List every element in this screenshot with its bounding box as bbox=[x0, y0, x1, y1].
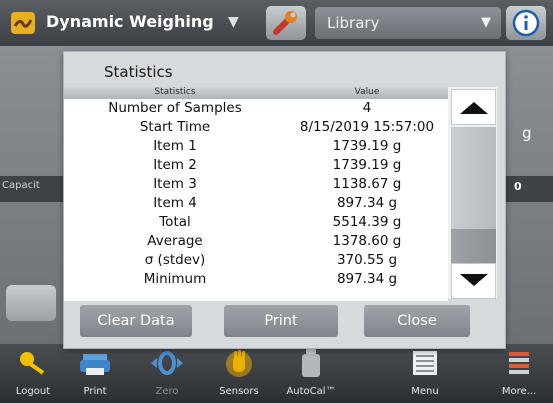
row-value: 8/15/2019 15:57:00 bbox=[299, 119, 435, 135]
autocal-label: AutoCal™ bbox=[286, 386, 336, 397]
zero-label: Zero bbox=[155, 386, 179, 397]
sensors-button[interactable]: Sensors bbox=[208, 344, 270, 403]
row-label: Minimum bbox=[143, 271, 207, 287]
row-value: 1739.19 g bbox=[332, 138, 402, 154]
logout-button[interactable]: Logout bbox=[2, 344, 64, 403]
info-icon bbox=[512, 9, 540, 37]
row-value: 897.34 g bbox=[336, 271, 398, 287]
close-button[interactable]: Close bbox=[364, 305, 470, 337]
row-value: 1138.67 g bbox=[332, 176, 402, 192]
capacity-label: Capacit bbox=[2, 180, 40, 191]
column-header-value: Value bbox=[354, 87, 380, 97]
table-row: Total 5514.39 g bbox=[64, 214, 448, 233]
table-row: Item 2 1739.19 g bbox=[64, 157, 448, 176]
row-value: 1739.19 g bbox=[332, 157, 402, 173]
scroll-thumb[interactable] bbox=[451, 229, 496, 263]
logout-label: Logout bbox=[15, 386, 51, 397]
row-label: Item 4 bbox=[153, 195, 197, 211]
more-label: More... bbox=[501, 386, 537, 397]
menu-icon bbox=[413, 351, 437, 375]
scroll-down-button[interactable] bbox=[451, 263, 496, 299]
print-label: Print bbox=[83, 386, 107, 397]
row-label: Start Time bbox=[139, 119, 211, 135]
capacity-value: 0 bbox=[514, 180, 522, 193]
row-label: Item 2 bbox=[153, 157, 197, 173]
table-row: Start Time 8/15/2019 15:57:00 bbox=[64, 119, 448, 138]
scroll-up-button[interactable] bbox=[451, 89, 496, 125]
row-value: 897.34 g bbox=[336, 195, 398, 211]
library-dropdown[interactable]: Library ▼ bbox=[315, 7, 501, 39]
row-label: σ (stdev) bbox=[144, 252, 206, 268]
row-label: Item 3 bbox=[153, 176, 197, 192]
top-bar: Dynamic Weighing ▼ Library ▼ bbox=[0, 0, 553, 46]
row-label: Number of Samples bbox=[108, 100, 242, 116]
table-row: σ (stdev) 370.55 g bbox=[64, 252, 448, 271]
arrow-up-icon bbox=[460, 102, 488, 114]
menu-button[interactable]: Menu bbox=[394, 344, 456, 403]
more-icon bbox=[509, 352, 529, 374]
chevron-down-icon[interactable]: ▼ bbox=[228, 14, 239, 30]
scrollbar[interactable] bbox=[448, 87, 497, 299]
table-header: Statistics Value bbox=[64, 87, 448, 99]
menu-label: Menu bbox=[411, 386, 439, 397]
dialog-title: Statistics bbox=[104, 63, 173, 81]
arrow-down-icon bbox=[460, 274, 488, 286]
bottom-toolbar: Logout Print Zero Sensors AutoCal™ Menu … bbox=[0, 344, 553, 403]
row-value: 4 bbox=[362, 100, 372, 116]
chevron-down-icon: ▼ bbox=[481, 15, 491, 30]
scroll-track[interactable] bbox=[451, 127, 496, 229]
row-label: Total bbox=[159, 214, 191, 230]
library-label: Library bbox=[327, 14, 380, 32]
row-value: 5514.39 g bbox=[332, 214, 402, 230]
row-value: 1378.60 g bbox=[332, 233, 402, 249]
row-value: 370.55 g bbox=[336, 252, 398, 268]
statistics-dialog: Statistics Statistics Value Number of Sa… bbox=[63, 51, 506, 349]
unit-label: g bbox=[522, 124, 532, 142]
info-button[interactable] bbox=[506, 6, 546, 40]
print-button[interactable]: Print bbox=[64, 344, 126, 403]
app-icon[interactable] bbox=[10, 10, 36, 36]
calibration-weight-icon bbox=[302, 349, 320, 377]
more-button[interactable]: More... bbox=[488, 344, 550, 403]
key-icon bbox=[20, 352, 45, 375]
column-header-statistics: Statistics bbox=[154, 87, 196, 97]
zero-button[interactable]: Zero bbox=[136, 344, 198, 403]
row-label: Average bbox=[147, 233, 203, 249]
sensors-label: Sensors bbox=[219, 386, 259, 397]
wrench-button[interactable] bbox=[266, 6, 306, 40]
app-title[interactable]: Dynamic Weighing bbox=[46, 12, 214, 31]
printer-icon bbox=[80, 354, 110, 375]
table-row: Item 3 1138.67 g bbox=[64, 176, 448, 195]
row-label: Item 1 bbox=[153, 138, 197, 154]
autocal-button[interactable]: AutoCal™ bbox=[280, 344, 342, 403]
zero-icon bbox=[151, 351, 183, 375]
table-row: Item 1 1739.19 g bbox=[64, 138, 448, 157]
clear-data-button[interactable]: Clear Data bbox=[80, 305, 192, 337]
hand-sensor-icon bbox=[226, 350, 252, 377]
table-row: Number of Samples 4 bbox=[64, 100, 448, 119]
background-button bbox=[6, 285, 56, 321]
print-button[interactable]: Print bbox=[224, 305, 338, 337]
table-row: Average 1378.60 g bbox=[64, 233, 448, 252]
table-row: Minimum 897.34 g bbox=[64, 271, 448, 290]
wrench-icon bbox=[273, 11, 297, 35]
statistics-table: Statistics Value Number of Samples 4 Sta… bbox=[64, 87, 448, 301]
table-row: Item 4 897.34 g bbox=[64, 195, 448, 214]
